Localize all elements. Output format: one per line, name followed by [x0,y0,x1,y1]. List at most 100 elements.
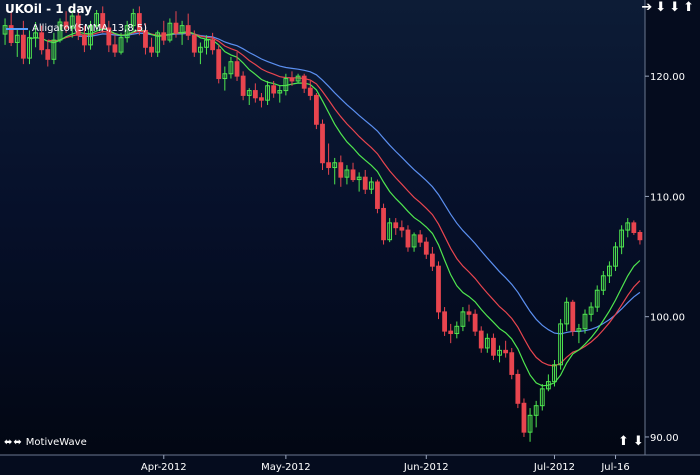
candle [252,83,258,103]
candle [576,323,582,344]
time-tick-label: Jul-16 [600,462,629,473]
candle-body-down [185,25,191,36]
arrow-up-icon[interactable]: ⬆ [618,434,629,449]
arrow-right-icon[interactable]: ➔ [641,0,652,15]
candle [429,246,435,271]
candle-body-down [472,313,478,332]
candle [344,165,350,185]
candle [161,20,167,45]
arrow-left-right-icon[interactable]: ⬌ [4,437,12,448]
candle-body-down [436,265,441,313]
candle-body-down [307,87,313,96]
candle [515,369,521,409]
candle [362,169,368,195]
alligator-indicator [29,28,641,387]
candle-body-down [39,32,45,51]
candle-body-down [570,301,576,332]
candle [259,92,264,108]
candle [472,309,478,336]
candle [179,20,185,45]
candle-body-down [20,34,26,59]
candle [332,157,338,185]
candle [423,237,429,259]
candle-body-down [112,44,118,53]
price-tick-label: 120.00 [650,72,685,83]
candle [228,56,234,79]
candle [527,408,533,442]
candle-body-down [191,34,197,53]
candle [381,203,386,245]
watermark: ⬌ ⬌ MotiveWave [4,437,87,448]
candle [442,307,447,336]
arrow-up-icon[interactable]: ⬆ [683,0,694,15]
candle [45,40,51,67]
candle-body-down [491,337,496,356]
candle [240,71,246,101]
candle-body-down [82,34,87,46]
price-tick-label: 110.00 [650,192,685,203]
candle-body-down [350,169,356,181]
candle [326,143,331,175]
candle-body-down [442,311,447,332]
candle-body-down [381,207,386,241]
candle-body-down [417,234,423,243]
candle-body-down [393,222,399,229]
candle [454,321,460,339]
price-chart[interactable]: 90.00 100.00 110.00 120.00 Apr-2012 May-2012… [0,0,700,475]
candle [198,42,203,65]
candle [356,172,362,192]
candle-body-down [521,402,527,433]
price-tick-label: 100.00 [650,313,685,324]
candle [594,285,600,312]
price-tick-label: 90.00 [650,433,679,444]
time-axis-panel [0,455,700,475]
candle [405,225,411,252]
legend-label: Alligator(SMMA,13,8,5) [32,23,148,34]
candle-body-down [338,162,344,178]
candle-body-down [210,39,216,51]
arrow-left-right-icon[interactable]: ⬌ [13,437,21,448]
candle [503,340,509,358]
indicator-legend[interactable]: Alligator(SMMA,13,8,5) [6,23,147,34]
arrow-down-icon[interactable]: ⬇ [655,0,666,15]
candle [338,155,344,187]
candle [314,92,319,130]
candle-body-down [301,75,307,89]
arrow-down-icon[interactable]: ⬇ [669,0,680,15]
watermark-label: MotiveWave [25,437,87,448]
alligator-lips-line [29,28,641,387]
candle-body-down [320,123,325,164]
candle-body-down [448,330,454,335]
candle [149,37,154,57]
candle [155,30,161,57]
candle [320,119,325,170]
chart-window[interactable]: 90.00 100.00 110.00 120.00 Apr-2012 May-2012… [0,0,700,475]
candle [619,225,625,255]
candle [509,347,515,380]
candlestick-series [2,6,643,442]
candle [637,230,643,245]
candle [545,374,551,392]
candle [51,32,57,65]
candle [552,359,557,387]
candle [491,333,496,360]
chart-title: UKOil - 1 day [5,2,92,16]
candle [588,302,594,322]
candle-body-down [234,61,240,77]
candle [448,323,454,344]
candle [497,345,502,363]
candle [613,242,618,271]
candle [301,73,307,93]
candle [539,384,545,411]
candle-body-down [509,352,515,375]
candle [265,80,270,106]
candle-body-down [637,232,643,241]
candle-body-down [216,49,222,80]
candle-body-down [375,181,380,209]
price-axis[interactable]: 90.00 100.00 110.00 120.00 [644,0,700,475]
candle-body-down [252,90,258,99]
nav-controls-top: ➔ ⬇ ⬇ ⬆ [641,0,694,15]
candle [112,35,118,57]
time-axis[interactable]: Apr-2012 May-2012 Jun-2012 Jul-2012 Jul-16 [0,454,700,475]
arrow-down-icon[interactable]: ⬇ [633,434,644,449]
